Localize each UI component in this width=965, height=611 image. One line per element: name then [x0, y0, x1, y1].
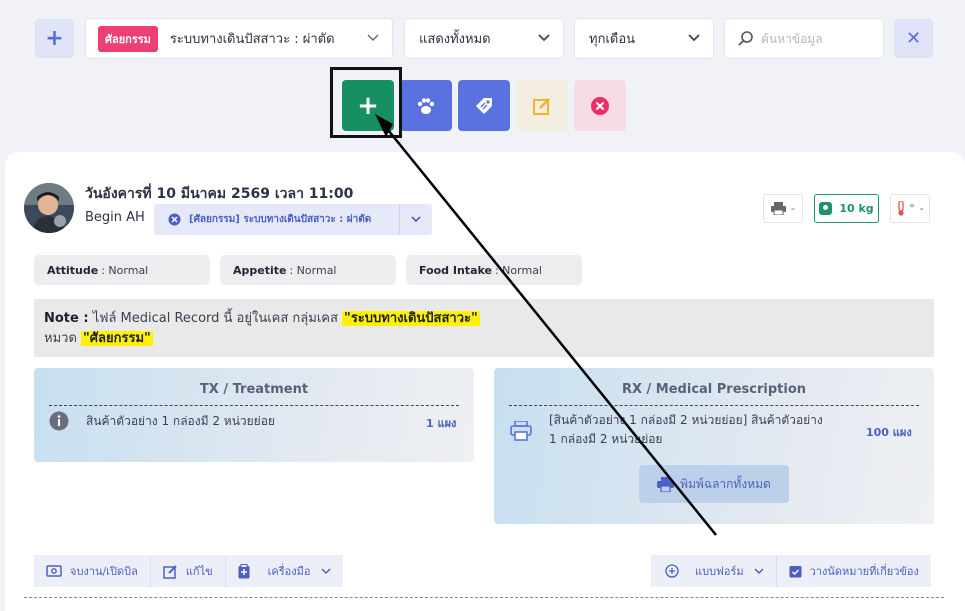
food-intake-label: Food Intake: [419, 263, 492, 277]
food-intake-pill: Food Intake : Normal: [406, 255, 582, 285]
close-bill-label: จบงาน/เปิดบิล: [70, 565, 138, 578]
plus-icon: +: [357, 90, 379, 121]
temperature-unit: °: [909, 202, 915, 215]
paw-icon: [417, 97, 435, 114]
edit-button[interactable]: [516, 80, 568, 131]
close-circle-icon[interactable]: [168, 213, 181, 226]
record-case-label: [ศัลยกรรม] ระบบทางเดินปัสสาวะ : ผ่าตัด: [189, 214, 372, 225]
print-all-labels-button[interactable]: พิมพ์ฉลากทั้งหมด: [639, 465, 789, 503]
appointment-label: วางนัดหมายที่เกี่ยวข้อง: [809, 565, 919, 578]
close-circle-icon: [591, 96, 609, 115]
chevron-down-icon[interactable]: [410, 213, 422, 225]
case-category-badge: ศัลยกรรม: [98, 25, 158, 52]
cash-register-icon: [46, 565, 62, 577]
prescription-item-line1: [สินค้าตัวอย่าง 1 กล่องมี 2 หน่วยย่อย] ส…: [549, 413, 823, 427]
appetite-pill: Appetite : Normal: [220, 255, 396, 285]
plus-icon: +: [45, 26, 64, 51]
divider: [24, 597, 944, 598]
add-entry-button[interactable]: +: [342, 80, 394, 131]
scale-icon: [819, 202, 833, 215]
month-filter-label: ทุกเดือน: [589, 32, 636, 47]
treatment-item[interactable]: สินค้าตัวอย่าง 1 กล่องมี 2 หน่วยย่อย: [49, 411, 275, 431]
edit-record-label: แก้ไข: [185, 565, 213, 578]
calendar-check-icon: [789, 566, 802, 578]
prescription-item[interactable]: [สินค้าตัวอย่าง 1 กล่องมี 2 หน่วยย่อย] ส…: [510, 411, 823, 449]
record-note: Note : ไฟล์ Medical Record นี้ อยู่ในเคส…: [34, 299, 934, 357]
temperature-value: -: [919, 202, 924, 215]
weight-badge[interactable]: 10 kg: [814, 194, 879, 223]
pet-button[interactable]: [400, 80, 452, 131]
record-toolbar-left: จบงาน/เปิดบิล แก้ไข เครื่องมือ: [34, 555, 343, 587]
form-menu-label: แบบฟอร์ม: [695, 565, 744, 578]
chevron-down-icon: [754, 568, 764, 575]
month-filter-select[interactable]: ทุกเดือน: [574, 18, 714, 59]
treatment-qty: 1 แผง: [426, 417, 457, 430]
plus-circle-icon: [665, 564, 679, 578]
show-filter-label: แสดงทั้งหมด: [419, 32, 491, 47]
form-menu-button[interactable]: แบบฟอร์ม: [651, 555, 777, 587]
divider: [509, 405, 919, 406]
appetite-label: Appetite: [233, 263, 287, 277]
divider: [49, 405, 459, 406]
prescription-qty: 100 แผง: [866, 426, 912, 439]
food-intake-value: : Normal: [494, 263, 542, 277]
search-box[interactable]: [724, 18, 884, 59]
print-record-button[interactable]: -: [763, 194, 803, 223]
divider: [399, 204, 400, 235]
record-toolbar-right: แบบฟอร์ม วางนัดหมายที่เกี่ยวข้อง: [651, 555, 931, 587]
tag-icon: [476, 97, 492, 114]
tools-menu-button[interactable]: เครื่องมือ: [226, 555, 343, 587]
case-select-label: ระบบทางเดินปัสสาวะ : ผ่าตัด: [169, 32, 335, 47]
chevron-down-icon: [320, 568, 331, 575]
add-record-button[interactable]: +: [35, 19, 74, 58]
note-text: ไฟล์ Medical Record นี้ อยู่ในเคส กลุ่มเ…: [88, 311, 343, 326]
prescription-item-line2: 1 กล่องมี 2 หน่วยย่อย: [549, 432, 663, 446]
clear-filter-button[interactable]: ✕: [894, 19, 933, 58]
record-user: Begin AH: [85, 210, 145, 225]
note-category-highlight: "ศัลยกรรม": [81, 331, 153, 346]
prescription-title: RX / Medical Prescription: [621, 382, 807, 397]
treatment-title: TX / Treatment: [199, 382, 309, 397]
record-case-select[interactable]: [ศัลยกรรม] ระบบทางเดินปัสสาวะ : ผ่าตัด: [154, 204, 432, 235]
record-date: วันอังคารที่ 10 มีนาคม 2569 เวลา 11:00: [85, 186, 354, 202]
treatment-panel: TX / Treatment สินค้าตัวอย่าง 1 กล่องมี …: [34, 368, 474, 462]
edit-record-button[interactable]: แก้ไข: [151, 555, 226, 587]
print-all-labels-label: พิมพ์ฉลากทั้งหมด: [680, 476, 771, 491]
print-value: -: [791, 202, 795, 215]
thermometer-icon: [898, 201, 904, 216]
chevron-down-icon: [538, 34, 550, 42]
info-icon: [49, 411, 69, 431]
attitude-pill: Attitude : Normal: [34, 255, 210, 285]
printer-icon: [657, 476, 675, 492]
edit-icon: [533, 97, 550, 115]
printer-icon[interactable]: [510, 421, 532, 441]
note-category-text: หมวด: [44, 331, 82, 346]
chevron-down-icon: [367, 34, 379, 41]
close-bill-button[interactable]: จบงาน/เปิดบิล: [34, 555, 151, 587]
case-select[interactable]: ศัลยกรรม ระบบทางเดินปัสสาวะ : ผ่าตัด: [85, 18, 393, 59]
delete-button[interactable]: [574, 80, 626, 131]
attitude-label: Attitude: [47, 263, 99, 277]
clipboard-icon: [238, 563, 250, 578]
chevron-down-icon: [688, 34, 700, 42]
search-icon: [738, 30, 753, 46]
edit-icon: [163, 564, 177, 579]
temperature-badge[interactable]: ° -: [890, 194, 930, 223]
weight-value: 10 kg: [839, 202, 874, 215]
avatar: [24, 183, 74, 233]
prescription-panel: RX / Medical Prescription [สินค้าตัวอย่า…: [494, 368, 934, 524]
search-input[interactable]: [761, 31, 881, 46]
appointment-button[interactable]: วางนัดหมายที่เกี่ยวข้อง: [777, 555, 931, 587]
note-label: Note :: [44, 311, 89, 326]
tools-menu-label: เครื่องมือ: [267, 565, 311, 578]
treatment-item-name: สินค้าตัวอย่าง 1 กล่องมี 2 หน่วยย่อย: [86, 414, 275, 428]
tag-button[interactable]: [458, 80, 510, 131]
appetite-value: : Normal: [289, 263, 337, 277]
show-filter-select[interactable]: แสดงทั้งหมด: [404, 18, 564, 59]
printer-icon: [771, 202, 786, 215]
close-icon: ✕: [905, 28, 922, 49]
note-group-highlight: "ระบบทางเดินปัสสาวะ": [342, 311, 480, 326]
attitude-value: : Normal: [101, 263, 149, 277]
